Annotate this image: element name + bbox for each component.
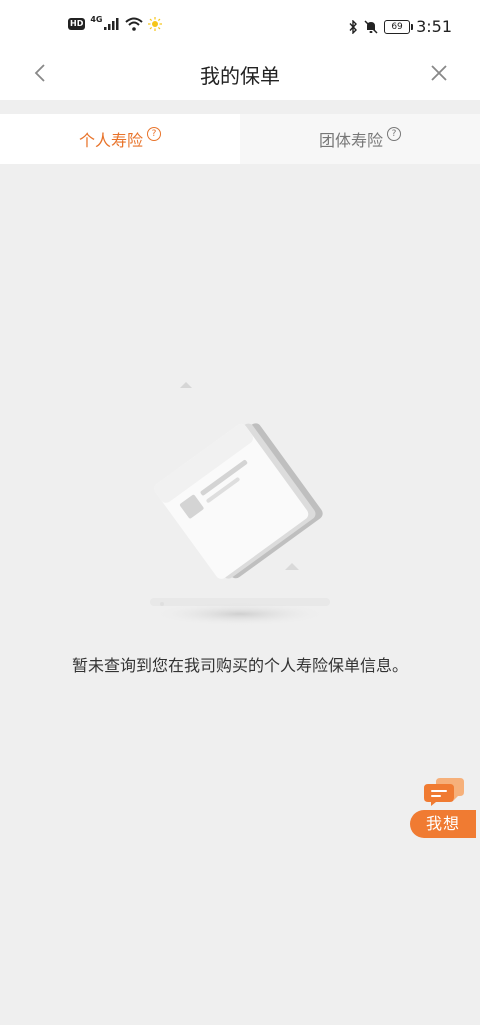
- signal-icon: [104, 18, 119, 30]
- status-bar: HD 4G 69 3:51: [0, 0, 480, 48]
- tab-personal-life-insurance[interactable]: 个人寿险 ?: [0, 114, 240, 164]
- battery-icon: 69: [384, 19, 414, 34]
- status-right: 69 3:51: [348, 17, 452, 36]
- policy-tabs: 个人寿险 ? 团体寿险 ?: [0, 114, 480, 164]
- tab-group-life-insurance[interactable]: 团体寿险 ?: [240, 114, 480, 164]
- chat-bubble-icon: [424, 778, 464, 806]
- tab-label: 团体寿险: [318, 131, 383, 150]
- close-icon[interactable]: [428, 62, 450, 84]
- network-type-label: 4G: [90, 14, 103, 24]
- status-time: 3:51: [416, 17, 452, 36]
- mute-icon: [364, 19, 378, 34]
- page-title: 我的保单: [200, 64, 280, 88]
- help-icon[interactable]: ?: [387, 127, 401, 141]
- bluetooth-icon: [349, 19, 358, 34]
- empty-state-message: 暂未查询到您在我司购买的个人寿险保单信息。: [71, 656, 408, 675]
- hd-badge: HD: [68, 18, 86, 30]
- brightness-icon: [148, 17, 163, 31]
- empty-document-icon: [150, 382, 330, 626]
- status-left: HD 4G: [68, 14, 163, 31]
- wifi-icon: [125, 17, 144, 31]
- help-icon[interactable]: ?: [147, 127, 161, 141]
- tab-label: 个人寿险: [78, 131, 143, 150]
- assistant-button[interactable]: 我想: [410, 776, 480, 840]
- assistant-label: 我想: [410, 810, 476, 838]
- navigation-bar: 我的保单: [0, 48, 480, 100]
